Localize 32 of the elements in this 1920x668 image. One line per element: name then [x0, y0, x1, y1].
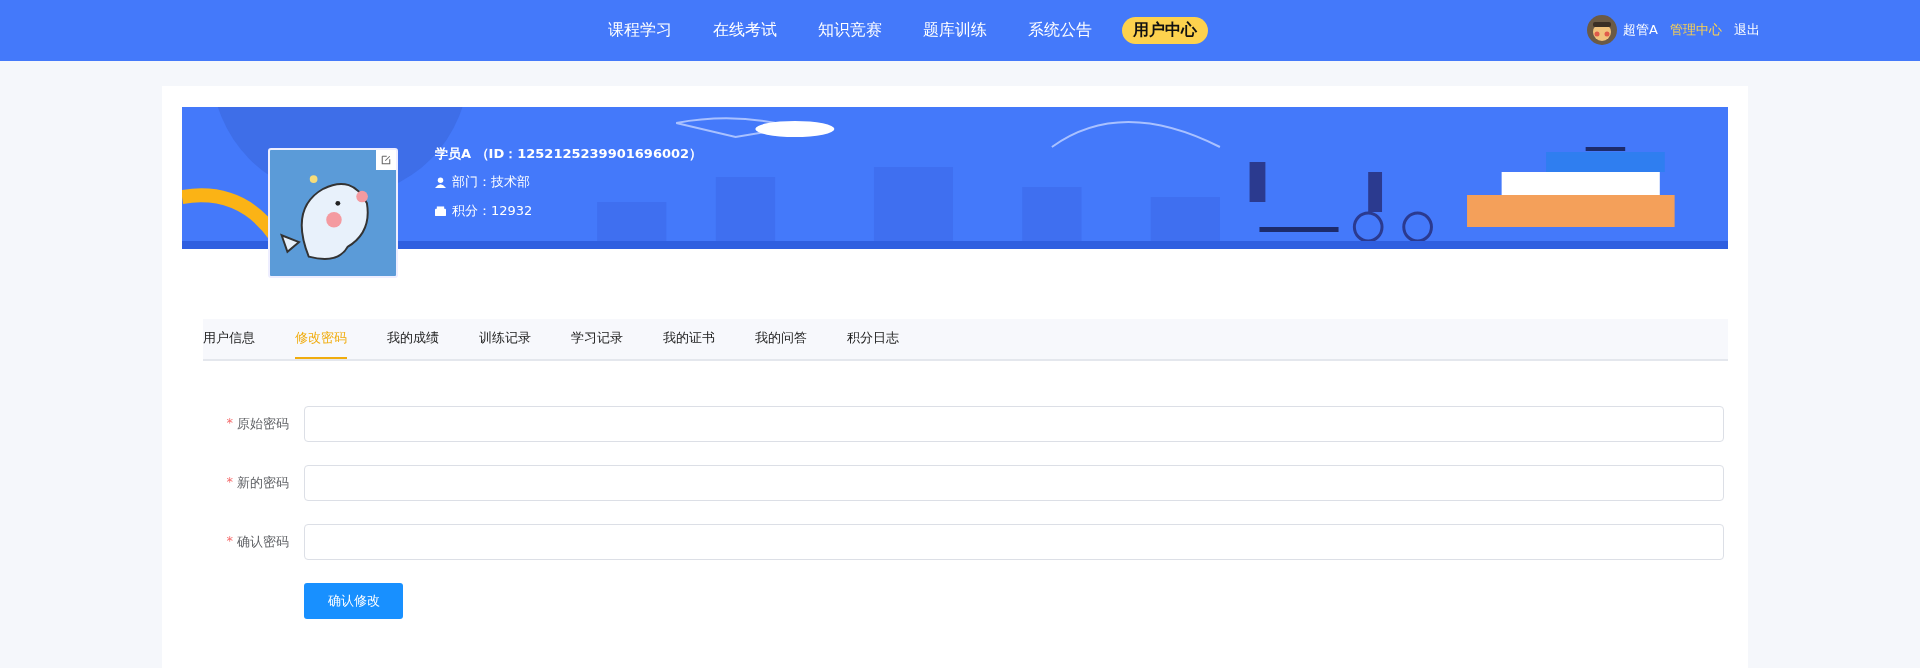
- tab[interactable]: 我的问答: [755, 319, 807, 359]
- required-mark: *: [226, 474, 233, 491]
- field-label: 原始密码: [237, 415, 289, 433]
- user-avatar-icon[interactable]: [1587, 15, 1617, 45]
- confirm-button[interactable]: 确认修改: [304, 583, 403, 619]
- password-input[interactable]: [304, 406, 1724, 442]
- edit-avatar-icon[interactable]: [376, 150, 396, 170]
- user-name: 超管A: [1623, 21, 1658, 39]
- required-mark: *: [226, 415, 233, 432]
- admin-center-link[interactable]: 管理中心: [1669, 21, 1722, 39]
- tab[interactable]: 我的证书: [663, 319, 715, 359]
- tab[interactable]: 积分日志: [847, 319, 899, 359]
- person-icon: [435, 176, 446, 188]
- tab[interactable]: 训练记录: [479, 319, 531, 359]
- department-text: 部门：技术部: [452, 173, 530, 191]
- tab[interactable]: 我的成绩: [387, 319, 439, 359]
- field-label: 新的密码: [237, 474, 289, 492]
- nav-link[interactable]: 知识竞赛: [807, 17, 893, 44]
- field-label: 确认密码: [237, 533, 289, 551]
- nav-link[interactable]: 课程学习: [597, 17, 683, 44]
- points-text: 积分：12932: [452, 202, 533, 220]
- nav-link[interactable]: 系统公告: [1017, 17, 1103, 44]
- logout-link[interactable]: 退出: [1733, 21, 1760, 39]
- tab[interactable]: 学习记录: [571, 319, 623, 359]
- password-input[interactable]: [304, 465, 1724, 501]
- password-input[interactable]: [304, 524, 1724, 560]
- profile-name: 学员A （ID：1252125239901696002）: [435, 145, 703, 163]
- nav-link[interactable]: 在线考试: [702, 17, 788, 44]
- required-mark: *: [226, 533, 233, 550]
- nav-link[interactable]: 用户中心: [1122, 17, 1208, 44]
- tab[interactable]: 用户信息: [203, 319, 255, 359]
- nav-link[interactable]: 题库训练: [912, 17, 998, 44]
